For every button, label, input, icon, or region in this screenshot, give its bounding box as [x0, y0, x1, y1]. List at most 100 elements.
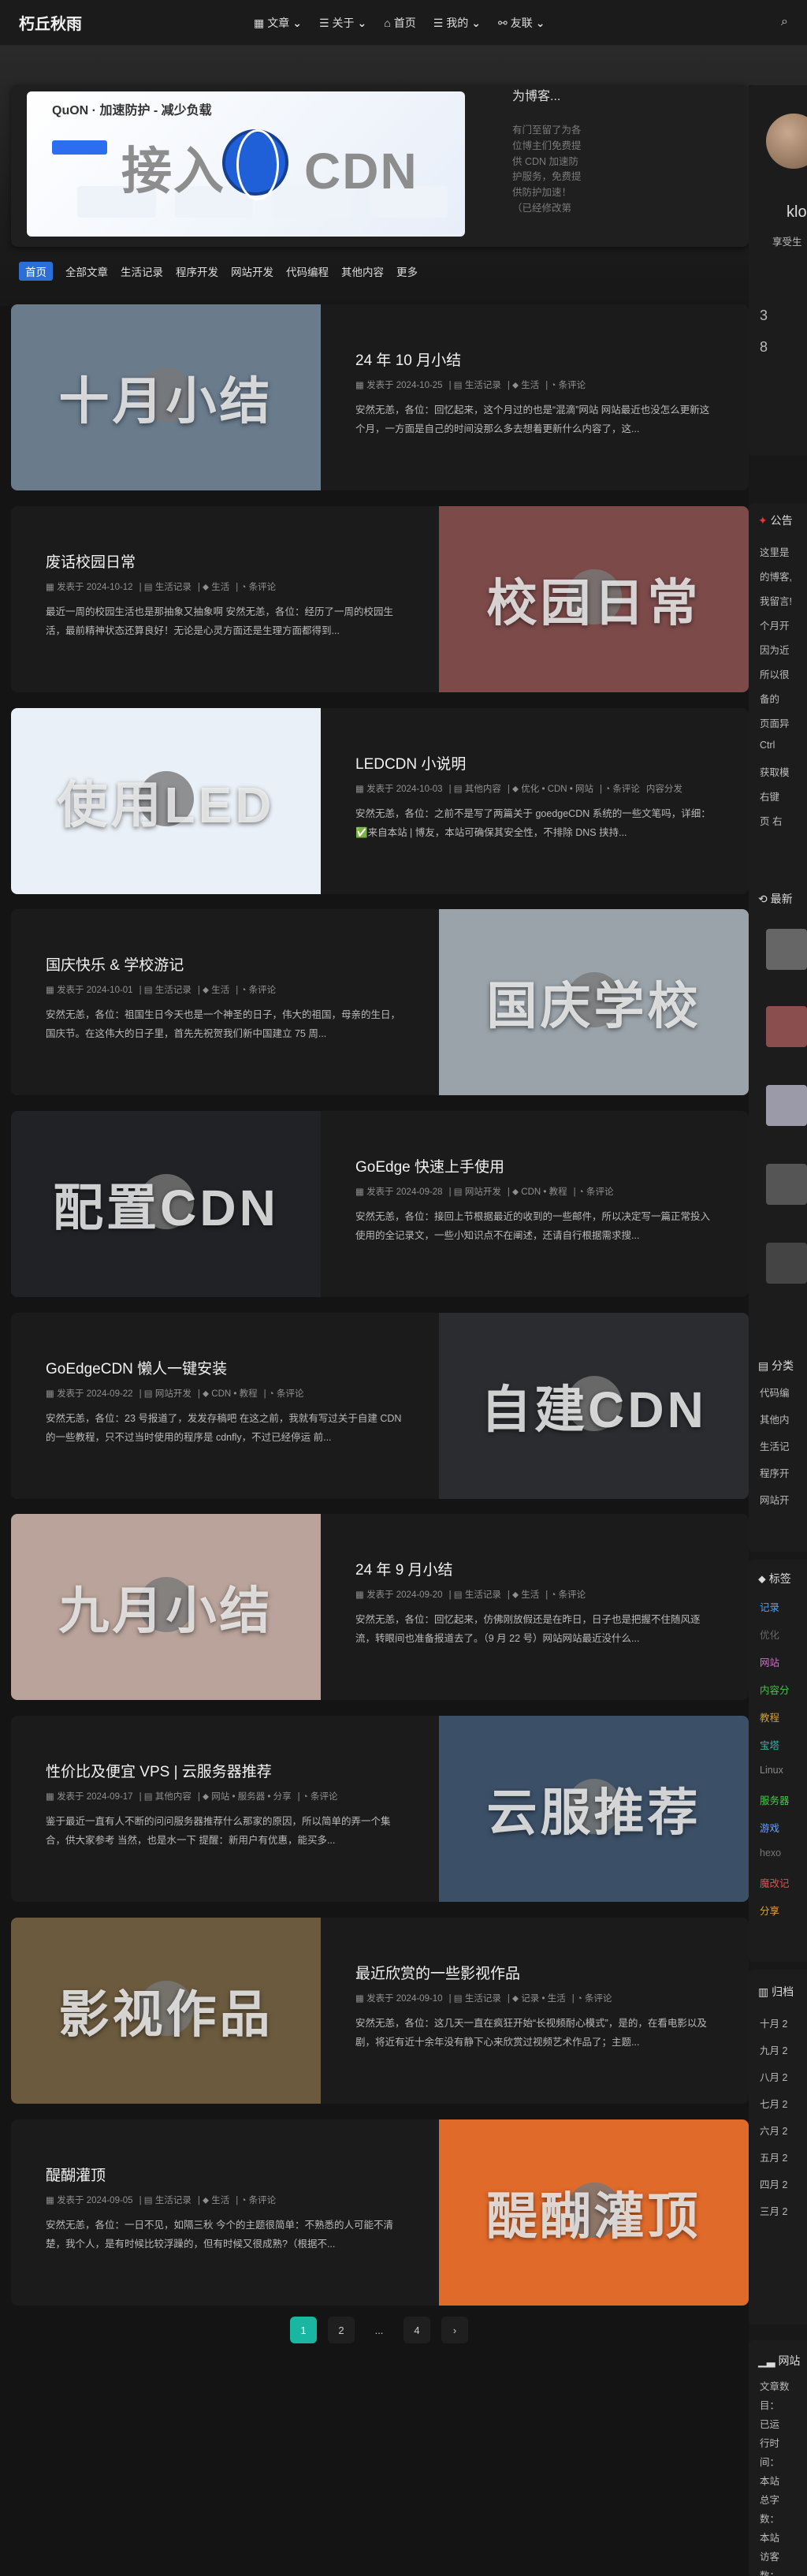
sidebar-tag[interactable]: 分享 [760, 1903, 779, 1918]
post-tags[interactable]: | ⬥ 网站 • 服务器 • 分享 [198, 1790, 292, 1802]
category-program[interactable]: 程序开发 [176, 263, 218, 279]
post-card[interactable]: 自建CDN GoEdgeCDN 懒人一键安装 ▦ 发表于 2024-09-22 … [11, 1313, 749, 1499]
post-thumbnail[interactable]: 校园日常 [439, 506, 749, 692]
announcement-line[interactable]: 右键 [760, 788, 779, 803]
post-thumbnail[interactable]: 九月小结 [11, 1514, 321, 1700]
site-info-line[interactable]: 已运 [760, 2416, 779, 2431]
archive-item[interactable]: 八月 2 [760, 2069, 787, 2084]
next-page-button[interactable]: › [441, 2317, 468, 2343]
site-info-line[interactable]: 目： [760, 2397, 779, 2412]
post-thumbnail[interactable]: 配置CDN [11, 1111, 321, 1297]
post-title[interactable]: 性价比及便宜 VPS | 云服务器推荐 [46, 1760, 272, 1781]
category-web[interactable]: 网站开发 [231, 263, 273, 279]
announcement-line[interactable]: 获取模 [760, 764, 790, 779]
post-thumbnail[interactable]: 使用LED [11, 708, 321, 894]
post-category[interactable]: | ▤ 其他内容 [449, 782, 501, 795]
category-code[interactable]: 代码编程 [286, 263, 329, 279]
page-1[interactable]: 1 [290, 2317, 317, 2343]
sidebar-category-item[interactable]: 网站开 [760, 1492, 790, 1507]
post-tags[interactable]: | ⬥ CDN • 教程 [198, 1387, 258, 1400]
archive-item[interactable]: 六月 2 [760, 2123, 787, 2138]
sidebar-tag[interactable]: 宝塔 [760, 1737, 779, 1752]
post-comments[interactable]: | ◔ 条评论 [545, 378, 586, 391]
site-info-line[interactable]: 间： [760, 2454, 779, 2469]
post-thumbnail[interactable]: 醍醐灌顶 [439, 2119, 749, 2306]
announcement-line[interactable]: 的博客, [760, 569, 792, 583]
post-category[interactable]: | ▤ 生活记录 [139, 2194, 192, 2206]
post-category[interactable]: | ▤ 生活记录 [449, 1992, 501, 2004]
sidebar-tag[interactable]: 记录 [760, 1599, 779, 1614]
post-thumbnail[interactable]: 影视作品 [11, 1918, 321, 2104]
post-tags[interactable]: | ⬥ CDN • 教程 [508, 1185, 567, 1198]
post-card[interactable]: 十月小结 24 年 10 月小结 ▦ 发表于 2024-10-25 | ▤ 生活… [11, 304, 749, 490]
sidebar-tag[interactable]: 服务器 [760, 1792, 790, 1807]
site-info-line[interactable]: 文章数 [760, 2378, 790, 2393]
post-tag-extra[interactable]: 内容分发 [646, 782, 682, 795]
post-category[interactable]: | ▤ 生活记录 [449, 1588, 501, 1601]
site-info-line[interactable]: 本站 [760, 2529, 779, 2544]
announcement-line[interactable]: 个月开 [760, 617, 790, 632]
post-thumbnail[interactable]: 云服推荐 [439, 1716, 749, 1902]
sidebar-category-item[interactable]: 程序开 [760, 1465, 790, 1480]
post-title[interactable]: 废话校园日常 [46, 550, 136, 572]
recent-thumb[interactable] [766, 1243, 807, 1284]
post-tags[interactable]: | ⬥ 记录 • 生活 [508, 1992, 566, 2004]
post-comments[interactable]: | ◔ 条评论 [574, 1185, 614, 1198]
post-category[interactable]: | ▤ 生活记录 [139, 983, 192, 996]
nav-item-home[interactable]: ⌂ 首页 [384, 15, 415, 31]
site-info-line[interactable]: 本站 [760, 2473, 779, 2488]
post-title[interactable]: LEDCDN 小说明 [355, 752, 466, 774]
sidebar-category-item[interactable]: 生活记 [760, 1438, 790, 1453]
recent-thumb[interactable] [766, 929, 807, 970]
post-title[interactable]: GoEdgeCDN 懒人一键安装 [46, 1357, 227, 1378]
archive-item[interactable]: 九月 2 [760, 2042, 787, 2057]
nav-item-about[interactable]: ☰ 关于 ⌄ [319, 15, 366, 31]
announcement-line[interactable]: 备的 [760, 691, 779, 706]
post-card[interactable]: 九月小结 24 年 9 月小结 ▦ 发表于 2024-09-20 | ▤ 生活记… [11, 1514, 749, 1700]
archive-item[interactable]: 五月 2 [760, 2149, 787, 2164]
post-tags[interactable]: | ⬥ 生活 [198, 983, 229, 996]
site-info-line[interactable]: 行时 [760, 2435, 779, 2450]
category-more[interactable]: 更多 [396, 263, 418, 279]
post-thumbnail[interactable]: 国庆学校 [439, 909, 749, 1095]
post-comments[interactable]: | ◔ 条评论 [600, 782, 640, 795]
post-title[interactable]: 24 年 9 月小结 [355, 1558, 453, 1579]
post-card[interactable]: 醍醐灌顶 醍醐灌顶 ▦ 发表于 2024-09-05 | ▤ 生活记录 | ⬥ … [11, 2119, 749, 2306]
announcement-line[interactable]: 所以很 [760, 666, 790, 681]
archive-item[interactable]: 四月 2 [760, 2176, 787, 2191]
post-title[interactable]: GoEdge 快速上手使用 [355, 1155, 504, 1176]
post-comments[interactable]: | ◔ 条评论 [264, 1387, 304, 1400]
sidebar-tag[interactable]: hexo [760, 1847, 781, 1858]
post-comments[interactable]: | ◔ 条评论 [236, 2194, 276, 2206]
post-tags[interactable]: | ⬥ 优化 • CDN • 网站 [508, 782, 593, 795]
archive-item[interactable]: 十月 2 [760, 2015, 787, 2030]
post-title[interactable]: 醍醐灌顶 [46, 2164, 106, 2185]
announcement-line[interactable]: 我留言! [760, 593, 792, 608]
sidebar-category-item[interactable]: 其他内 [760, 1411, 790, 1426]
post-card[interactable]: 国庆学校 国庆快乐 & 学校游记 ▦ 发表于 2024-10-01 | ▤ 生活… [11, 909, 749, 1095]
sidebar-tag[interactable]: 网站 [760, 1654, 779, 1669]
announcement-line[interactable]: 因为近 [760, 642, 790, 657]
post-comments[interactable]: | ◔ 条评论 [298, 1790, 338, 1802]
post-card[interactable]: 校园日常 废话校园日常 ▦ 发表于 2024-10-12 | ▤ 生活记录 | … [11, 506, 749, 692]
avatar[interactable] [766, 114, 807, 169]
post-comments[interactable]: | ◔ 条评论 [572, 1992, 612, 2004]
site-info-line[interactable]: 数： [760, 2567, 779, 2576]
nav-item-mine[interactable]: ☰ 我的 ⌄ [433, 15, 481, 31]
category-all[interactable]: 全部文章 [65, 263, 108, 279]
page-4[interactable]: 4 [404, 2317, 430, 2343]
cdn-banner-image[interactable]: QuON · 加速防护 - 减少负载 接入 CDN [27, 91, 465, 237]
site-info-line[interactable]: 总字 [760, 2492, 779, 2507]
sidebar-category-item[interactable]: 代码编 [760, 1385, 790, 1400]
post-comments[interactable]: | ◔ 条评论 [236, 580, 276, 593]
post-thumbnail[interactable]: 十月小结 [11, 304, 321, 490]
post-tags[interactable]: | ⬥ 生活 [508, 378, 539, 391]
post-category[interactable]: | ▤ 网站开发 [139, 1387, 192, 1400]
post-card[interactable]: 配置CDN GoEdge 快速上手使用 ▦ 发表于 2024-09-28 | ▤… [11, 1111, 749, 1297]
post-tags[interactable]: | ⬥ 生活 [198, 2194, 229, 2206]
nav-item-articles[interactable]: ▦ 文章 ⌄ [254, 15, 302, 31]
post-title[interactable]: 24 年 10 月小结 [355, 349, 461, 370]
announcement-line[interactable]: 页面异 [760, 715, 790, 730]
site-brand[interactable]: 朽丘秋雨 [19, 11, 82, 34]
post-thumbnail[interactable]: 自建CDN [439, 1313, 749, 1499]
